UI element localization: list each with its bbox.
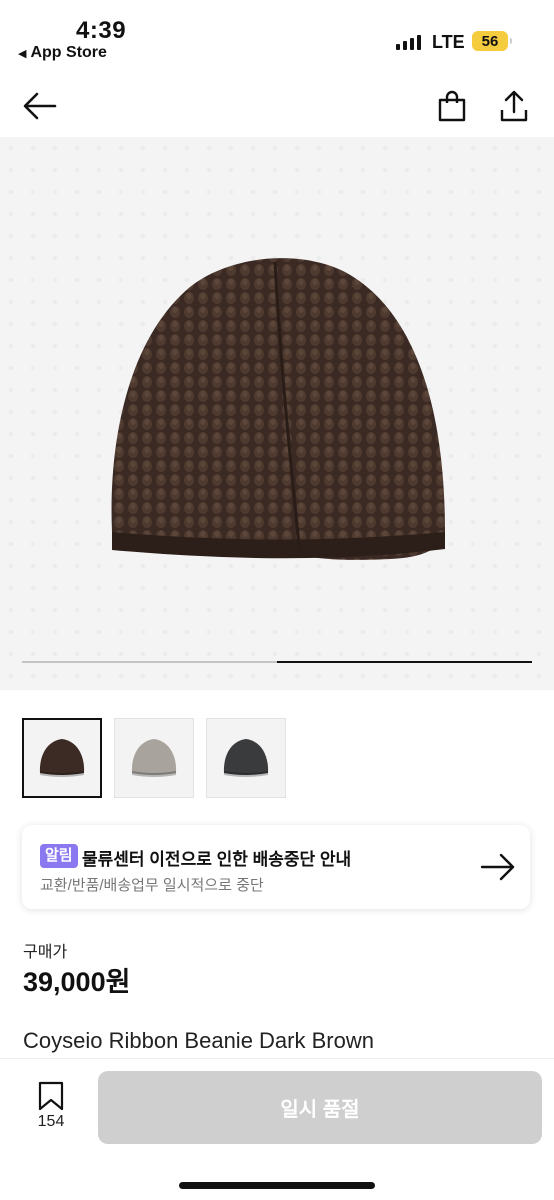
thumbnail-dark-brown[interactable] bbox=[22, 718, 102, 798]
shopping-bag-icon bbox=[438, 90, 466, 122]
back-triangle-icon: ◀ bbox=[18, 47, 27, 60]
network-label: LTE bbox=[432, 32, 465, 52]
beanie-thumbnail-image bbox=[131, 739, 177, 777]
bookmark-count: 154 bbox=[37, 1113, 65, 1130]
beanie-image bbox=[111, 258, 445, 560]
share-button[interactable] bbox=[494, 86, 534, 126]
shipping-notice-banner[interactable]: 알림 물류센터 이전으로 인한 배송중단 안내 교환/반품/배송업무 일시적으로… bbox=[22, 825, 530, 909]
carousel-progress-track bbox=[22, 661, 532, 663]
product-name: Coyseio Ribbon Beanie Dark Brown bbox=[23, 1028, 374, 1053]
home-indicator bbox=[179, 1182, 375, 1189]
signal-icon bbox=[396, 34, 421, 50]
notice-title: 물류센터 이전으로 인한 배송중단 안내 bbox=[82, 850, 352, 869]
arrow-right-icon bbox=[478, 849, 518, 885]
beanie-thumbnail-image bbox=[39, 739, 85, 777]
battery-level: 56 bbox=[481, 32, 499, 50]
back-to-app-link[interactable]: ◀ App Store bbox=[18, 44, 107, 62]
back-app-label: App Store bbox=[30, 44, 107, 61]
top-nav bbox=[0, 76, 554, 136]
arrow-left-icon bbox=[23, 92, 57, 120]
back-button[interactable] bbox=[20, 86, 60, 126]
beanie-thumbnail-image bbox=[223, 739, 269, 777]
thumbnail-grey[interactable] bbox=[114, 718, 194, 798]
bottom-action-bar: 154 일시 품절 bbox=[0, 1058, 554, 1200]
bookmark-icon bbox=[38, 1081, 64, 1111]
carousel-progress-fill bbox=[277, 661, 532, 663]
share-icon bbox=[500, 90, 528, 122]
product-image-carousel[interactable] bbox=[0, 137, 554, 690]
price-label: 구매가 bbox=[23, 944, 68, 961]
cart-button[interactable] bbox=[432, 86, 472, 126]
notice-subtitle: 교환/반품/배송업무 일시적으로 중단 bbox=[40, 877, 264, 894]
status-bar: 4:39 ◀ App Store LTE 56 bbox=[0, 0, 554, 70]
bookmark-button[interactable]: 154 bbox=[20, 1081, 82, 1141]
notice-badge: 알림 bbox=[40, 844, 78, 868]
sold-out-button[interactable]: 일시 품절 bbox=[98, 1071, 542, 1144]
price-value: 39,000원 bbox=[23, 967, 131, 997]
status-time: 4:39 bbox=[76, 17, 127, 44]
thumbnail-charcoal[interactable] bbox=[206, 718, 286, 798]
thumbnail-strip bbox=[22, 718, 286, 798]
product-page: 4:39 ◀ App Store LTE 56 알림 물류센터 이전으로 인한 … bbox=[0, 0, 554, 1200]
battery-icon: 56 bbox=[472, 31, 512, 51]
